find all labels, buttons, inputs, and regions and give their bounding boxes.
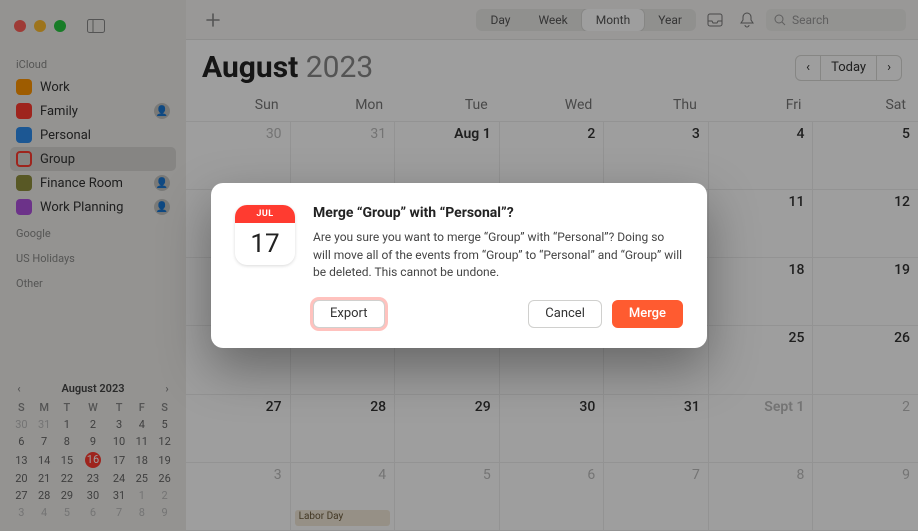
modal-overlay: JUL 17 Merge “Group” with “Personal”? Ar… [0,0,918,531]
dialog-body-text: Are you sure you want to merge “Group” w… [313,229,683,281]
calendar-icon-month: JUL [235,205,295,223]
calendar-icon-day: 17 [250,223,279,265]
cancel-button[interactable]: Cancel [528,300,602,328]
calendar-app-icon: JUL 17 [235,205,295,265]
export-button[interactable]: Export [313,300,385,328]
merge-button[interactable]: Merge [612,300,683,328]
dialog-title: Merge “Group” with “Personal”? [313,205,683,221]
merge-dialog: JUL 17 Merge “Group” with “Personal”? Ar… [211,183,707,347]
